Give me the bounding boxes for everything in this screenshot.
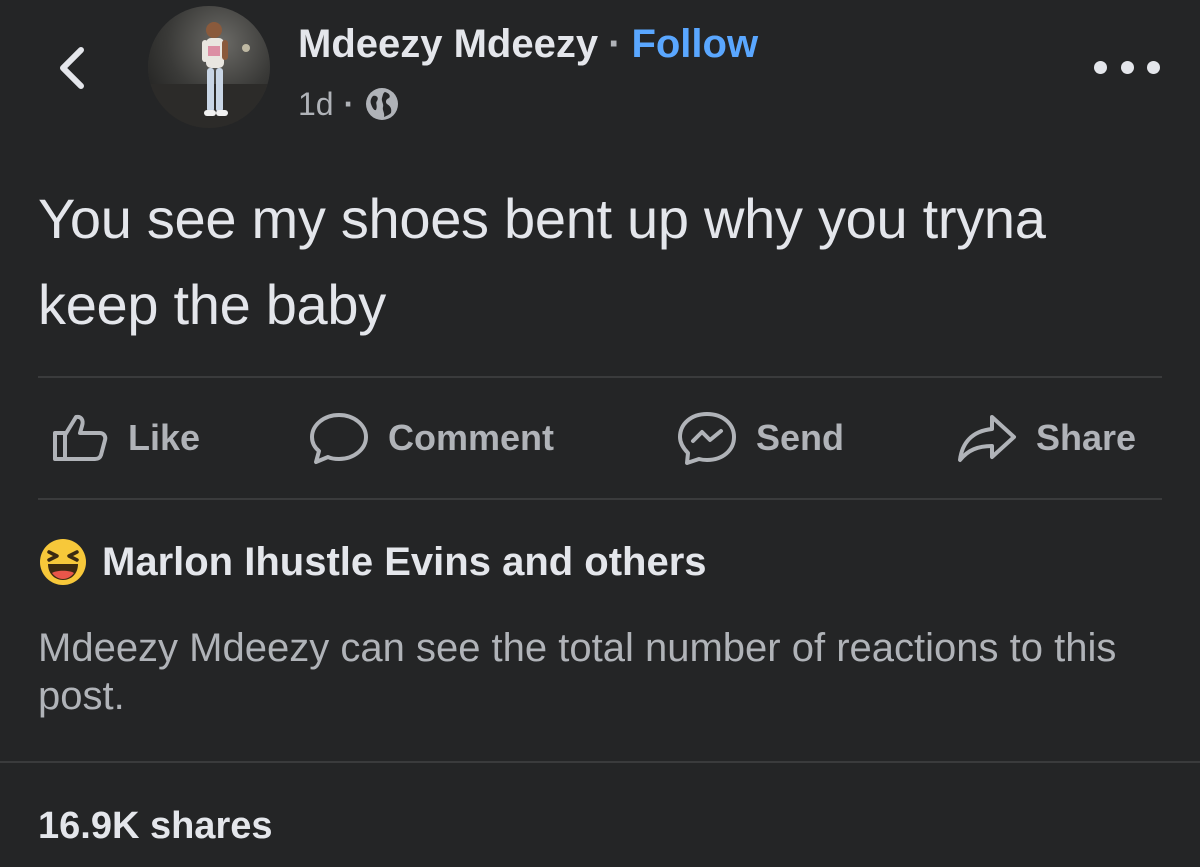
divider-middle	[38, 498, 1162, 500]
divider-bottom	[0, 761, 1200, 763]
reactions-summary[interactable]: Marlon Ihustle Evins and others	[38, 532, 707, 592]
more-dot-icon	[1094, 60, 1107, 74]
separator-dot: ·	[608, 21, 622, 66]
send-label: Send	[756, 417, 845, 458]
send-button[interactable]: Send	[676, 378, 844, 498]
thumbs-up-icon	[53, 414, 108, 461]
timestamp[interactable]: 1d	[298, 86, 334, 123]
meta-separator-dot: ·	[343, 85, 355, 122]
action-bar: Like Comment Send Share	[38, 378, 1162, 498]
globe-icon	[366, 88, 399, 120]
more-dot-icon	[1120, 60, 1134, 74]
shares-count[interactable]: 16.9K shares	[38, 800, 273, 852]
follow-button[interactable]: Follow	[631, 22, 758, 67]
reactions-privacy-notice: Mdeezy Mdeezy can see the total number o…	[38, 626, 1117, 718]
share-label: Share	[1036, 417, 1137, 458]
more-options-button[interactable]	[1094, 50, 1160, 84]
post-text: You see my shoes bent up why you tryna k…	[38, 187, 1046, 336]
post-header: Mdeezy Mdeezy · Follow 1d ·	[0, 0, 1200, 140]
avatar-photo	[148, 6, 270, 128]
post-meta: 1d ·	[298, 82, 400, 126]
comment-button[interactable]: Comment	[308, 378, 554, 498]
avatar[interactable]	[148, 6, 270, 128]
like-button[interactable]: Like	[50, 378, 200, 498]
share-arrow-icon	[958, 415, 1016, 462]
messenger-icon	[678, 412, 736, 465]
more-dot-icon	[1147, 60, 1160, 74]
comment-label: Comment	[388, 417, 555, 458]
share-button[interactable]: Share	[956, 378, 1136, 498]
laughing-emoji-icon	[40, 539, 86, 585]
reactions-label: Marlon Ihustle Evins and others	[102, 539, 707, 584]
back-button[interactable]	[50, 40, 94, 96]
author-name[interactable]: Mdeezy Mdeezy	[298, 22, 598, 67]
chevron-left-icon	[60, 47, 84, 89]
author-line: Mdeezy Mdeezy · Follow	[298, 18, 758, 70]
comment-bubble-icon	[310, 413, 368, 464]
like-label: Like	[128, 417, 201, 458]
